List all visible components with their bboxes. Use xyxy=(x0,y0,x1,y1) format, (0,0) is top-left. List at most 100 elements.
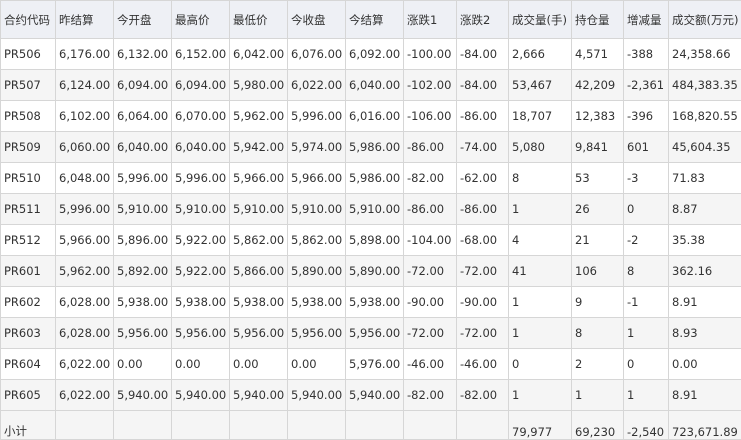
cell-settle: 5,986.00 xyxy=(345,162,404,194)
cell-low: 5,942.00 xyxy=(229,131,288,163)
cell-contract: PR605 xyxy=(0,379,56,411)
cell-close: 6,076.00 xyxy=(287,38,346,70)
col-header-change2: 涨跌2 xyxy=(456,0,509,39)
cell-contract: PR512 xyxy=(0,224,56,256)
cell-change1: -82.00 xyxy=(403,379,457,411)
cell-change2: -68.00 xyxy=(456,224,509,256)
cell-volume: 1 xyxy=(508,317,572,349)
cell-change2: -72.00 xyxy=(456,317,509,349)
table-row: PR512 5,966.00 5,896.00 5,922.00 5,862.00 5,8… xyxy=(0,224,741,256)
cell-low: 5,966.00 xyxy=(229,162,288,194)
cell-open-interest: 21 xyxy=(571,224,624,256)
cell-volume: 1 xyxy=(508,379,572,411)
table-row: PR509 6,060.00 6,040.00 6,040.00 5,942.00 5,9… xyxy=(0,131,741,163)
cell-open: 5,892.00 xyxy=(113,255,172,287)
cell-change1: -46.00 xyxy=(403,348,457,380)
cell-volume: 1 xyxy=(508,286,572,318)
cell-turnover: 71.83 xyxy=(668,162,741,194)
cell-close: 5,910.00 xyxy=(287,193,346,225)
cell-high: 6,152.00 xyxy=(171,38,230,70)
cell-change1: -86.00 xyxy=(403,193,457,225)
cell-open-interest: 53 xyxy=(571,162,624,194)
table-row: PR510 6,048.00 5,996.00 5,996.00 5,966.00 5,9… xyxy=(0,162,741,194)
futures-quote-table: 合约代码 昨结算 今开盘 最高价 最低价 今收盘 今结算 涨跌1 涨跌2 成交量… xyxy=(0,0,741,440)
cell-open: 5,896.00 xyxy=(113,224,172,256)
cell-open-interest: 9,841 xyxy=(571,131,624,163)
col-header-high: 最高价 xyxy=(171,0,230,39)
cell-high: 5,938.00 xyxy=(171,286,230,318)
cell-oi-change: 601 xyxy=(623,131,669,163)
cell-volume: 2,666 xyxy=(508,38,572,70)
cell-turnover: 8.91 xyxy=(668,286,741,318)
cell-oi-change: -3 xyxy=(623,162,669,194)
cell-low xyxy=(229,410,288,440)
table-row: PR507 6,124.00 6,094.00 6,094.00 5,980.00 6,0… xyxy=(0,69,741,101)
cell-contract: PR508 xyxy=(0,100,56,132)
cell-high: 5,956.00 xyxy=(171,317,230,349)
cell-open: 6,040.00 xyxy=(113,131,172,163)
col-header-turnover: 成交额(万元) xyxy=(668,0,741,39)
cell-prev-settle: 6,022.00 xyxy=(55,379,114,411)
cell-low: 5,962.00 xyxy=(229,100,288,132)
cell-change1: -82.00 xyxy=(403,162,457,194)
cell-change2: -84.00 xyxy=(456,69,509,101)
cell-oi-change: -2 xyxy=(623,224,669,256)
cell-change2 xyxy=(456,410,509,440)
cell-volume: 8 xyxy=(508,162,572,194)
table-row: PR511 5,996.00 5,910.00 5,910.00 5,910.00 5,9… xyxy=(0,193,741,225)
cell-change2: -72.00 xyxy=(456,255,509,287)
cell-change2: -90.00 xyxy=(456,286,509,318)
cell-change1: -72.00 xyxy=(403,255,457,287)
cell-volume: 53,467 xyxy=(508,69,572,101)
cell-open-interest: 106 xyxy=(571,255,624,287)
cell-close: 5,862.00 xyxy=(287,224,346,256)
cell-settle: 5,940.00 xyxy=(345,379,404,411)
cell-prev-settle: 5,962.00 xyxy=(55,255,114,287)
cell-low: 5,940.00 xyxy=(229,379,288,411)
cell-prev-settle: 6,028.00 xyxy=(55,317,114,349)
col-header-open-interest: 持仓量 xyxy=(571,0,624,39)
cell-low: 5,910.00 xyxy=(229,193,288,225)
cell-turnover: 8.87 xyxy=(668,193,741,225)
cell-high xyxy=(171,410,230,440)
col-header-close: 今收盘 xyxy=(287,0,346,39)
cell-high: 5,940.00 xyxy=(171,379,230,411)
col-header-prev-settle: 昨结算 xyxy=(55,0,114,39)
cell-open: 6,064.00 xyxy=(113,100,172,132)
cell-prev-settle: 5,996.00 xyxy=(55,193,114,225)
cell-open: 5,938.00 xyxy=(113,286,172,318)
cell-settle: 5,938.00 xyxy=(345,286,404,318)
cell-change2: -86.00 xyxy=(456,193,509,225)
cell-turnover: 723,671.89 xyxy=(668,410,741,440)
cell-open: 5,910.00 xyxy=(113,193,172,225)
cell-change1: -102.00 xyxy=(403,69,457,101)
cell-contract: PR509 xyxy=(0,131,56,163)
cell-contract: PR511 xyxy=(0,193,56,225)
col-header-open: 今开盘 xyxy=(113,0,172,39)
cell-high: 6,040.00 xyxy=(171,131,230,163)
subtotal-row: 小计 79,977 69,230 -2,540 723,671.89 xyxy=(0,410,741,440)
cell-change2: -62.00 xyxy=(456,162,509,194)
cell-settle: 5,986.00 xyxy=(345,131,404,163)
cell-low: 6,042.00 xyxy=(229,38,288,70)
cell-change2: -82.00 xyxy=(456,379,509,411)
cell-oi-change: 8 xyxy=(623,255,669,287)
cell-open-interest: 1 xyxy=(571,379,624,411)
cell-low: 5,938.00 xyxy=(229,286,288,318)
cell-settle xyxy=(345,410,404,440)
cell-settle: 5,976.00 xyxy=(345,348,404,380)
cell-volume: 79,977 xyxy=(508,410,572,440)
cell-prev-settle xyxy=(55,410,114,440)
cell-change1: -72.00 xyxy=(403,317,457,349)
cell-open: 6,132.00 xyxy=(113,38,172,70)
cell-high: 6,070.00 xyxy=(171,100,230,132)
cell-volume: 5,080 xyxy=(508,131,572,163)
cell-close: 5,938.00 xyxy=(287,286,346,318)
cell-change1: -100.00 xyxy=(403,38,457,70)
cell-change2: -46.00 xyxy=(456,348,509,380)
cell-prev-settle: 6,060.00 xyxy=(55,131,114,163)
cell-change2: -86.00 xyxy=(456,100,509,132)
cell-low: 5,862.00 xyxy=(229,224,288,256)
cell-settle: 5,910.00 xyxy=(345,193,404,225)
cell-close: 5,974.00 xyxy=(287,131,346,163)
